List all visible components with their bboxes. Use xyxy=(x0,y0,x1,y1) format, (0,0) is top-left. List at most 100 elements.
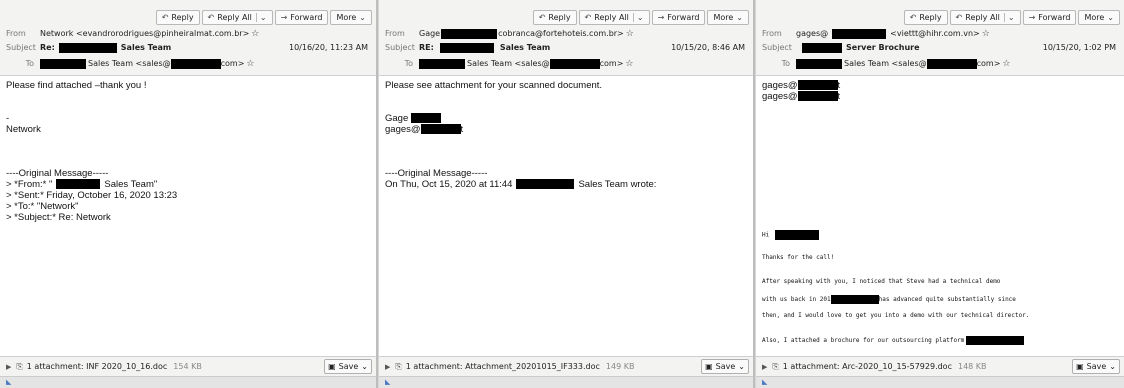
chevron-down-icon[interactable]: ⌄ xyxy=(361,362,368,371)
body-line xyxy=(385,91,747,102)
forward-button[interactable]: → Forward xyxy=(274,10,329,25)
reply-button[interactable]: ↶ Reply xyxy=(903,10,948,25)
message-pane-2: ↶ Reply ↶ Reply All ⌄ → Forward More ⌄ From G… xyxy=(379,0,755,388)
body-line xyxy=(6,146,370,157)
from-value-tail[interactable]: cobranca@fortehoteis.com.br> xyxy=(498,28,624,40)
forward-label: Forward xyxy=(1038,13,1071,22)
from-value[interactable]: Network <evandrorodrigues@pinheiralmat.c… xyxy=(40,28,249,40)
from-label: From xyxy=(6,29,26,38)
star-icon[interactable]: ☆ xyxy=(251,28,259,40)
attachment-label[interactable]: 1 attachment: INF 2020_10_16.doc xyxy=(27,362,167,371)
body-line xyxy=(385,146,747,157)
chevron-down-icon: ⌄ xyxy=(359,13,366,22)
save-icon: ▣ xyxy=(1076,362,1084,371)
subject-row: Subject Re: Sales Team 10/16/20, 11:23 A… xyxy=(6,42,372,54)
body-line xyxy=(6,157,370,168)
twisty-icon[interactable]: ▶ xyxy=(762,363,767,371)
chevron-down-icon[interactable]: ⌄ xyxy=(1003,13,1015,22)
twisty-icon[interactable]: ▶ xyxy=(385,363,390,371)
chevron-down-icon: ⌄ xyxy=(1107,13,1114,22)
from-value[interactable]: gages@ xyxy=(796,28,828,40)
reply-button[interactable]: ↶ Reply xyxy=(155,10,200,25)
body-line xyxy=(6,91,370,102)
to-value[interactable]: Sales Team <sales@ xyxy=(467,58,550,70)
redaction xyxy=(56,179,101,190)
date-value: 10/15/20, 1:02 PM xyxy=(1038,42,1116,54)
status-bar: ◣ xyxy=(756,376,1124,388)
body-line: > *Sent:* Friday, October 16, 2020 13:23 xyxy=(6,190,178,201)
chevron-down-icon[interactable]: ⌄ xyxy=(255,13,267,22)
para-fragment: with us back in 201 xyxy=(762,296,831,303)
status-icon: ◣ xyxy=(762,378,768,386)
forward-button[interactable]: → Forward xyxy=(651,10,706,25)
subject-row: Subject RE: Sales Team 10/15/20, 8:46 AM xyxy=(385,42,749,54)
redaction xyxy=(439,43,494,53)
paperclip-icon: ⎘ xyxy=(395,361,402,371)
more-button[interactable]: More ⌄ xyxy=(330,10,372,25)
save-button[interactable]: ▣ Save ⌄ xyxy=(1072,359,1120,374)
to-value[interactable]: Sales Team <sales@ xyxy=(88,58,171,70)
body-line: ----Original Message----- xyxy=(385,168,488,179)
twisty-icon[interactable]: ▶ xyxy=(6,363,11,371)
body-line: Also, I attached a brochure for our outs… xyxy=(762,336,1118,346)
star-icon[interactable]: ☆ xyxy=(1002,58,1010,70)
more-button[interactable]: More ⌄ xyxy=(707,10,749,25)
chevron-down-icon: ⌄ xyxy=(736,13,743,22)
attachment-label[interactable]: 1 attachment: Arc-2020_10_15-57929.doc xyxy=(783,362,952,371)
body-line: gages@ t xyxy=(762,91,1118,102)
from-value[interactable]: Gage xyxy=(419,28,440,40)
star-icon[interactable]: ☆ xyxy=(625,58,633,70)
chevron-down-icon[interactable]: ⌄ xyxy=(632,13,644,22)
body-email-tail: t xyxy=(837,80,841,91)
reply-all-button[interactable]: ↶ Reply All ⌄ xyxy=(949,10,1021,25)
forward-label: Forward xyxy=(667,13,700,22)
reply-all-icon: ↶ xyxy=(584,13,592,22)
message-body: Please see attachment for your scanned d… xyxy=(385,80,747,354)
attachment-label[interactable]: 1 attachment: Attachment_20201015_IF333.… xyxy=(406,362,600,371)
quoted-from-tail: Sales Team" xyxy=(104,179,158,190)
redaction xyxy=(441,29,498,39)
to-value[interactable]: Sales Team <sales@ xyxy=(844,58,927,70)
from-value-tail[interactable]: <viettt@hihr.com.vn> xyxy=(890,28,980,40)
redaction xyxy=(966,336,1025,345)
quoted-from: > *From:* " xyxy=(6,179,53,190)
star-icon[interactable]: ☆ xyxy=(982,28,990,40)
message-header: ↶ Reply ↶ Reply All ⌄ → Forward More ⌄ From g… xyxy=(756,0,1124,76)
quoted-header: On Thu, Oct 15, 2020 at 11:44 xyxy=(385,179,513,190)
save-button[interactable]: ▣ Save ⌄ xyxy=(701,359,749,374)
reply-all-button[interactable]: ↶ Reply All ⌄ xyxy=(578,10,650,25)
star-icon[interactable]: ☆ xyxy=(246,58,254,70)
more-label: More xyxy=(1084,13,1105,22)
chevron-down-icon[interactable]: ⌄ xyxy=(738,362,745,371)
message-body: Please find attached –thank you ! - Netw… xyxy=(6,80,370,354)
reply-button[interactable]: ↶ Reply xyxy=(532,10,577,25)
attachment-size: 148 KB xyxy=(957,362,987,371)
chevron-down-icon[interactable]: ⌄ xyxy=(1109,362,1116,371)
email-text-block: Hi Thanks for the call! After speaking w… xyxy=(762,230,1118,346)
attachment-bar: ▶ ⎘ 1 attachment: Attachment_20201015_IF… xyxy=(379,356,753,376)
forward-button[interactable]: → Forward xyxy=(1022,10,1077,25)
subject-value: Sales Team xyxy=(120,43,172,52)
reply-all-button[interactable]: ↶ Reply All ⌄ xyxy=(201,10,273,25)
redaction xyxy=(926,59,977,69)
attachment-size: 154 KB xyxy=(173,362,202,371)
body-line: > *Subject:* Re: Network xyxy=(6,212,111,223)
para-fragment: Also, I attached a brochure for our outs… xyxy=(762,337,965,344)
reply-icon: ↶ xyxy=(161,13,169,22)
body-line: Network xyxy=(6,124,41,135)
save-label: Save xyxy=(715,362,736,371)
star-icon[interactable]: ☆ xyxy=(626,28,634,40)
header-toolbar: ↶ Reply ↶ Reply All ⌄ → Forward More ⌄ xyxy=(532,10,749,26)
redaction xyxy=(40,59,86,69)
status-bar: ◣ xyxy=(0,376,376,388)
more-button[interactable]: More ⌄ xyxy=(1078,10,1120,25)
message-header: ↶ Reply ↶ Reply All ⌄ → Forward More ⌄ From G… xyxy=(379,0,753,76)
subject-prefix: RE: xyxy=(419,43,434,52)
redaction xyxy=(832,29,887,39)
subject-label: Subject xyxy=(762,43,792,52)
subject-label: Subject xyxy=(6,43,36,52)
reply-label: Reply xyxy=(171,13,194,22)
save-button[interactable]: ▣ Save ⌄ xyxy=(324,359,372,374)
